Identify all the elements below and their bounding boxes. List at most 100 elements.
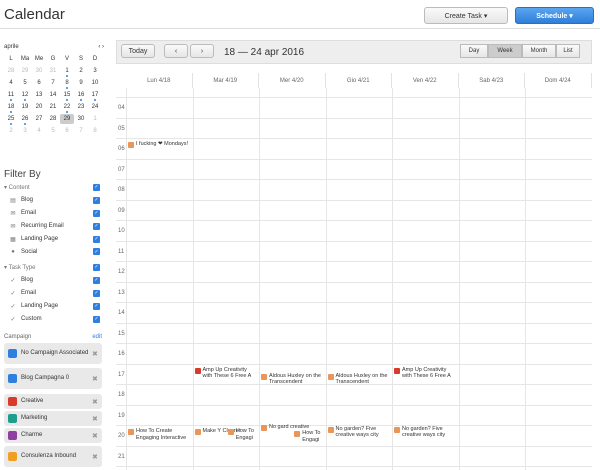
mini-day[interactable]: 8 <box>88 126 102 136</box>
mini-day[interactable]: 8 <box>60 78 74 89</box>
remove-icon[interactable]: ✖ <box>92 398 102 406</box>
mini-day[interactable]: 3 <box>18 126 32 136</box>
filter-item[interactable]: ▤ Blog ✓ <box>4 194 100 207</box>
mini-day[interactable]: 5 <box>18 78 32 88</box>
mini-day[interactable]: 20 <box>32 102 46 112</box>
checkbox[interactable]: ✓ <box>93 248 100 256</box>
filter-item[interactable]: ✉ Recurring Email ✓ <box>4 220 100 233</box>
calendar-event[interactable]: Amp Up Creativity with These 6 Free A <box>394 367 454 380</box>
calendar-event[interactable]: How To Create Engaging Interactive <box>128 428 188 441</box>
create-task-button[interactable]: Create Task ▾ <box>424 7 508 24</box>
mini-day[interactable]: 14 <box>46 90 60 100</box>
campaign-edit-link[interactable]: edit <box>92 334 102 340</box>
mini-day[interactable]: 11 <box>4 90 18 101</box>
calendar-event[interactable]: How To Engagi <box>227 428 260 441</box>
mini-day[interactable]: 27 <box>32 114 46 124</box>
remove-icon[interactable]: ✖ <box>92 453 102 461</box>
mini-day[interactable]: 24 <box>88 102 102 112</box>
calendar-event[interactable]: Amp Up Creativity with These 6 Free A <box>194 367 255 380</box>
prev-week-button[interactable]: ‹ <box>164 44 188 58</box>
checkbox[interactable]: ✓ <box>93 183 100 191</box>
mini-day[interactable]: 2 <box>74 66 88 76</box>
checkbox[interactable]: ✓ <box>93 302 100 310</box>
calendar-event[interactable]: I fucking ❤ Mondays! <box>128 141 188 148</box>
campaign-item[interactable]: Marketing ✖ <box>4 411 102 426</box>
mini-day[interactable]: 23 <box>74 102 88 112</box>
mini-day[interactable]: 28 <box>46 114 60 124</box>
campaign-item[interactable]: Blog Campagna 0 ✖ <box>4 368 102 389</box>
day-column-header[interactable]: Ven 4/22 <box>392 73 459 88</box>
filter-item[interactable]: ✓ Email ✓ <box>4 287 100 300</box>
mini-day[interactable]: 1 <box>60 66 74 77</box>
checkbox[interactable]: ✓ <box>93 289 100 297</box>
mini-day[interactable]: 6 <box>32 78 46 88</box>
day-column-header[interactable]: Mar 4/19 <box>193 73 259 88</box>
campaign-item[interactable]: No Campaign Associated ✖ <box>4 343 102 364</box>
mini-day[interactable]: 4 <box>32 126 46 136</box>
view-month-button[interactable]: Month <box>522 44 556 58</box>
calendar-event[interactable]: Aldous Huxley on the Transcendent <box>261 373 321 386</box>
mini-day[interactable]: 16 <box>74 90 88 101</box>
filter-item[interactable]: ✓ Landing Page ✓ <box>4 300 100 313</box>
filter-item[interactable]: ✓ Blog ✓ <box>4 274 100 287</box>
view-list-button[interactable]: List <box>556 44 580 58</box>
mini-day[interactable]: 22 <box>60 102 74 113</box>
calendar-event[interactable]: How To Engagi <box>294 430 326 443</box>
calendar-event[interactable]: No garden? Five creative ways city <box>327 426 388 439</box>
filter-item[interactable]: ✓ Custom ✓ <box>4 313 100 326</box>
mini-day[interactable]: 31 <box>46 66 60 76</box>
mini-day[interactable]: 3 <box>88 66 102 76</box>
mini-day[interactable]: 10 <box>88 78 102 88</box>
schedule-button[interactable]: Schedule ▾ <box>515 7 594 24</box>
mini-day[interactable]: 18 <box>4 102 18 113</box>
checkbox[interactable]: ✓ <box>93 209 100 217</box>
mini-day[interactable]: 9 <box>74 78 88 88</box>
mini-day[interactable]: 25 <box>4 114 18 125</box>
checkbox[interactable]: ✓ <box>93 235 100 243</box>
next-week-button[interactable]: › <box>190 44 214 58</box>
mini-day[interactable]: 30 <box>74 114 88 124</box>
checkbox[interactable]: ✓ <box>93 263 100 271</box>
mini-day[interactable]: 28 <box>4 66 18 76</box>
view-week-button[interactable]: Week <box>488 44 522 58</box>
filter-item[interactable]: ▦ Landing Page ✓ <box>4 233 100 246</box>
calendar-event[interactable]: No garden? Five creative ways city <box>394 426 454 439</box>
mini-day[interactable]: 26 <box>18 114 32 125</box>
mini-day[interactable]: 13 <box>32 90 46 100</box>
day-column-header[interactable]: Sab 4/23 <box>459 73 525 88</box>
checkbox[interactable]: ✓ <box>93 276 100 284</box>
mini-day[interactable]: 19 <box>18 102 32 112</box>
mini-day[interactable]: 21 <box>46 102 60 112</box>
day-column-header[interactable]: Mer 4/20 <box>259 73 326 88</box>
week-grid[interactable]: 04050607080910111213141516171819202122I … <box>116 88 592 470</box>
calendar-event[interactable]: Aldous Huxley on the Transcendent <box>327 373 388 386</box>
remove-icon[interactable]: ✖ <box>92 415 102 423</box>
checkbox[interactable]: ✓ <box>93 196 100 204</box>
day-column-header[interactable]: Lun 4/18 <box>126 73 193 88</box>
campaign-item[interactable]: Consulenza Inbound ✖ <box>4 446 102 467</box>
mini-calendar-nav[interactable]: ‹ › <box>98 44 104 50</box>
today-button[interactable]: Today <box>121 44 155 58</box>
mini-day[interactable]: 1 <box>88 114 102 124</box>
filter-group-header[interactable]: ▾ Content ✓ <box>4 181 100 194</box>
mini-day[interactable]: 12 <box>18 90 32 101</box>
mini-day[interactable]: 7 <box>74 126 88 136</box>
mini-day[interactable]: 15 <box>60 90 74 101</box>
mini-day[interactable]: 4 <box>4 78 18 88</box>
mini-day[interactable]: 29 <box>18 66 32 76</box>
campaign-item[interactable]: Charme ✖ <box>4 428 102 443</box>
remove-icon[interactable]: ✖ <box>92 432 102 440</box>
mini-day[interactable]: 29 <box>60 114 74 124</box>
mini-day[interactable]: 30 <box>32 66 46 76</box>
campaign-item[interactable]: Creative ✖ <box>4 394 102 409</box>
mini-day[interactable]: 7 <box>46 78 60 88</box>
filter-group-header[interactable]: ▾ Task Type ✓ <box>4 261 100 274</box>
view-day-button[interactable]: Day <box>460 44 488 58</box>
checkbox[interactable]: ✓ <box>93 315 100 323</box>
mini-day[interactable]: 2 <box>4 126 18 136</box>
filter-item[interactable]: ● Social ✓ <box>4 245 100 258</box>
mini-day[interactable]: 6 <box>60 126 74 136</box>
filter-item[interactable]: ✉ Email ✓ <box>4 207 100 220</box>
checkbox[interactable]: ✓ <box>93 222 100 230</box>
mini-day[interactable]: 5 <box>46 126 60 136</box>
